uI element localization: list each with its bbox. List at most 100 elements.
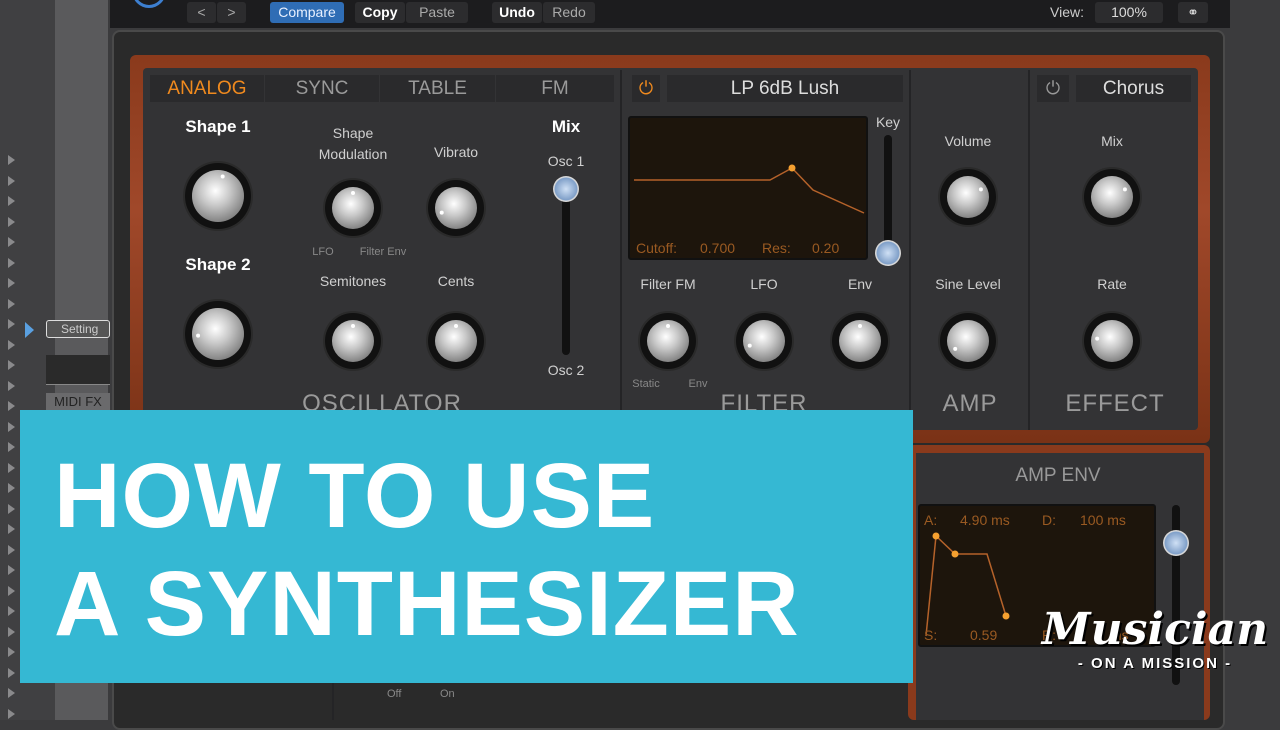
filter-lfo-knob[interactable] [743, 320, 785, 362]
effect-power-icon[interactable]: ⏻ [1037, 75, 1069, 102]
disclosure-triangle-icon[interactable] [8, 319, 15, 329]
disclosure-triangle-icon[interactable] [8, 257, 15, 268]
filter-display[interactable]: Cutoff: 0.700 Res: 0.20 [628, 116, 868, 260]
disclosure-triangle-icon[interactable] [8, 688, 15, 698]
res-label: Res: [762, 240, 791, 256]
disclosure-triangle-icon[interactable] [8, 708, 15, 719]
key-label: Key [875, 114, 901, 130]
disclosure-triangle-icon[interactable] [8, 503, 15, 514]
prev-preset-button[interactable]: < [187, 2, 216, 23]
osc-mix-slider-thumb[interactable] [553, 176, 579, 202]
setting-button[interactable]: Setting [46, 320, 110, 338]
disclosure-triangle-icon[interactable] [8, 401, 15, 411]
disclosure-triangle-icon[interactable] [8, 421, 15, 432]
osc-mix-slider-track[interactable] [562, 180, 570, 355]
divider [909, 70, 911, 430]
compare-button[interactable]: Compare [270, 2, 344, 23]
mix-label: Mix [551, 117, 581, 136]
filter-env-label: Env [847, 276, 873, 292]
power-icon[interactable] [132, 0, 166, 8]
res-value[interactable]: 0.20 [812, 240, 839, 256]
decay-value[interactable]: 100 ms [1080, 512, 1126, 528]
knob-indicator [953, 346, 958, 351]
effect-mix-knob[interactable] [1091, 176, 1133, 218]
filter-env-knob[interactable] [839, 320, 881, 362]
velocity-slider-thumb[interactable] [1163, 530, 1189, 556]
disclosure-triangle-icon[interactable] [8, 175, 15, 186]
filter-curve [634, 164, 865, 214]
sine-level-knob[interactable] [947, 320, 989, 362]
redo-button[interactable]: Redo [543, 2, 595, 23]
rate-knob[interactable] [1091, 320, 1133, 362]
sine-level-label: Sine Level [935, 276, 1001, 292]
tab-fm[interactable]: FM [496, 75, 614, 102]
title-banner: HOW TO USE A SYNTHESIZER [20, 410, 913, 683]
disclosure-triangle-icon[interactable] [8, 483, 15, 493]
banner-line2: A SYNTHESIZER [54, 553, 800, 655]
key-slider-thumb[interactable] [875, 240, 901, 266]
disclosure-triangle-icon[interactable] [8, 237, 15, 247]
disclosure-triangle-icon[interactable] [8, 298, 15, 309]
disclosure-triangle-icon[interactable] [8, 196, 15, 206]
tab-sync[interactable]: SYNC [265, 75, 379, 102]
disclosure-triangle-icon[interactable] [8, 155, 15, 165]
link-icon[interactable]: ⚭ [1178, 2, 1208, 23]
shape1-knob[interactable] [192, 170, 244, 222]
eq-slot[interactable] [46, 355, 110, 385]
knob-indicator [666, 324, 670, 328]
midi-fx-button[interactable]: MIDI FX [46, 393, 110, 411]
cutoff-value[interactable]: 0.700 [700, 240, 735, 256]
disclosure-triangle-icon[interactable] [8, 585, 15, 596]
knob-indicator [1095, 336, 1100, 341]
filter-lfo-label: LFO [750, 276, 778, 292]
disclosure-triangle-icon[interactable] [8, 626, 15, 637]
tab-table[interactable]: TABLE [380, 75, 495, 102]
shape1-label: Shape 1 [185, 117, 251, 136]
filter-type-select[interactable]: LP 6dB Lush [667, 75, 903, 102]
shape2-knob[interactable] [192, 308, 244, 360]
view-zoom-select[interactable]: 100% [1095, 2, 1163, 23]
disclosure-triangle-icon[interactable] [8, 647, 15, 657]
disclosure-triangle-icon[interactable] [8, 360, 15, 370]
disclosure-triangle-icon[interactable] [8, 442, 15, 452]
filter-env-small-label: Filter Env [359, 246, 407, 258]
key-slider-track[interactable] [884, 135, 892, 255]
vibrato-knob[interactable] [435, 187, 477, 229]
next-preset-button[interactable]: > [217, 2, 246, 23]
osc2-label: Osc 2 [547, 362, 585, 378]
off-label: Off [387, 688, 402, 700]
paste-button[interactable]: Paste [406, 2, 468, 23]
disclosure-triangle-icon[interactable] [8, 524, 15, 534]
semitones-knob[interactable] [332, 320, 374, 362]
effect-type-select[interactable]: Chorus [1076, 75, 1191, 102]
on-label: On [440, 688, 455, 700]
effect-section-label: EFFECT [1065, 390, 1165, 417]
attack-value[interactable]: 4.90 ms [960, 512, 1010, 528]
rate-label: Rate [1097, 276, 1127, 292]
disclosure-triangle-icon[interactable] [8, 544, 15, 555]
divider [620, 70, 622, 430]
disclosure-triangle-icon[interactable] [8, 462, 15, 473]
cents-knob[interactable] [435, 320, 477, 362]
disclosure-triangle-icon[interactable] [8, 606, 15, 616]
knob-indicator [351, 324, 355, 328]
filter-fm-label: Filter FM [640, 276, 696, 292]
copy-button[interactable]: Copy [355, 2, 405, 23]
volume-knob[interactable] [947, 176, 989, 218]
env-small-label: Env [688, 378, 708, 390]
sustain-value[interactable]: 0.59 [970, 627, 997, 643]
disclosure-triangle-icon[interactable] [8, 380, 15, 391]
disclosure-triangle-icon[interactable] [8, 278, 15, 288]
effect-mix-label: Mix [1101, 133, 1123, 149]
disclosure-triangle-icon[interactable] [8, 216, 15, 227]
undo-button[interactable]: Undo [492, 2, 542, 23]
shape-modulation-knob[interactable] [332, 187, 374, 229]
filter-power-icon[interactable]: ⏻ [632, 75, 660, 102]
tab-analog[interactable]: ANALOG [150, 75, 264, 102]
disclosure-triangle-icon[interactable] [8, 339, 15, 350]
amp-env-title: AMP ENV [1015, 465, 1101, 486]
filter-fm-knob[interactable] [647, 320, 689, 362]
disclosure-triangle-icon[interactable] [8, 565, 15, 575]
disclosure-triangle-icon[interactable] [8, 667, 15, 678]
knob-indicator [439, 210, 444, 215]
